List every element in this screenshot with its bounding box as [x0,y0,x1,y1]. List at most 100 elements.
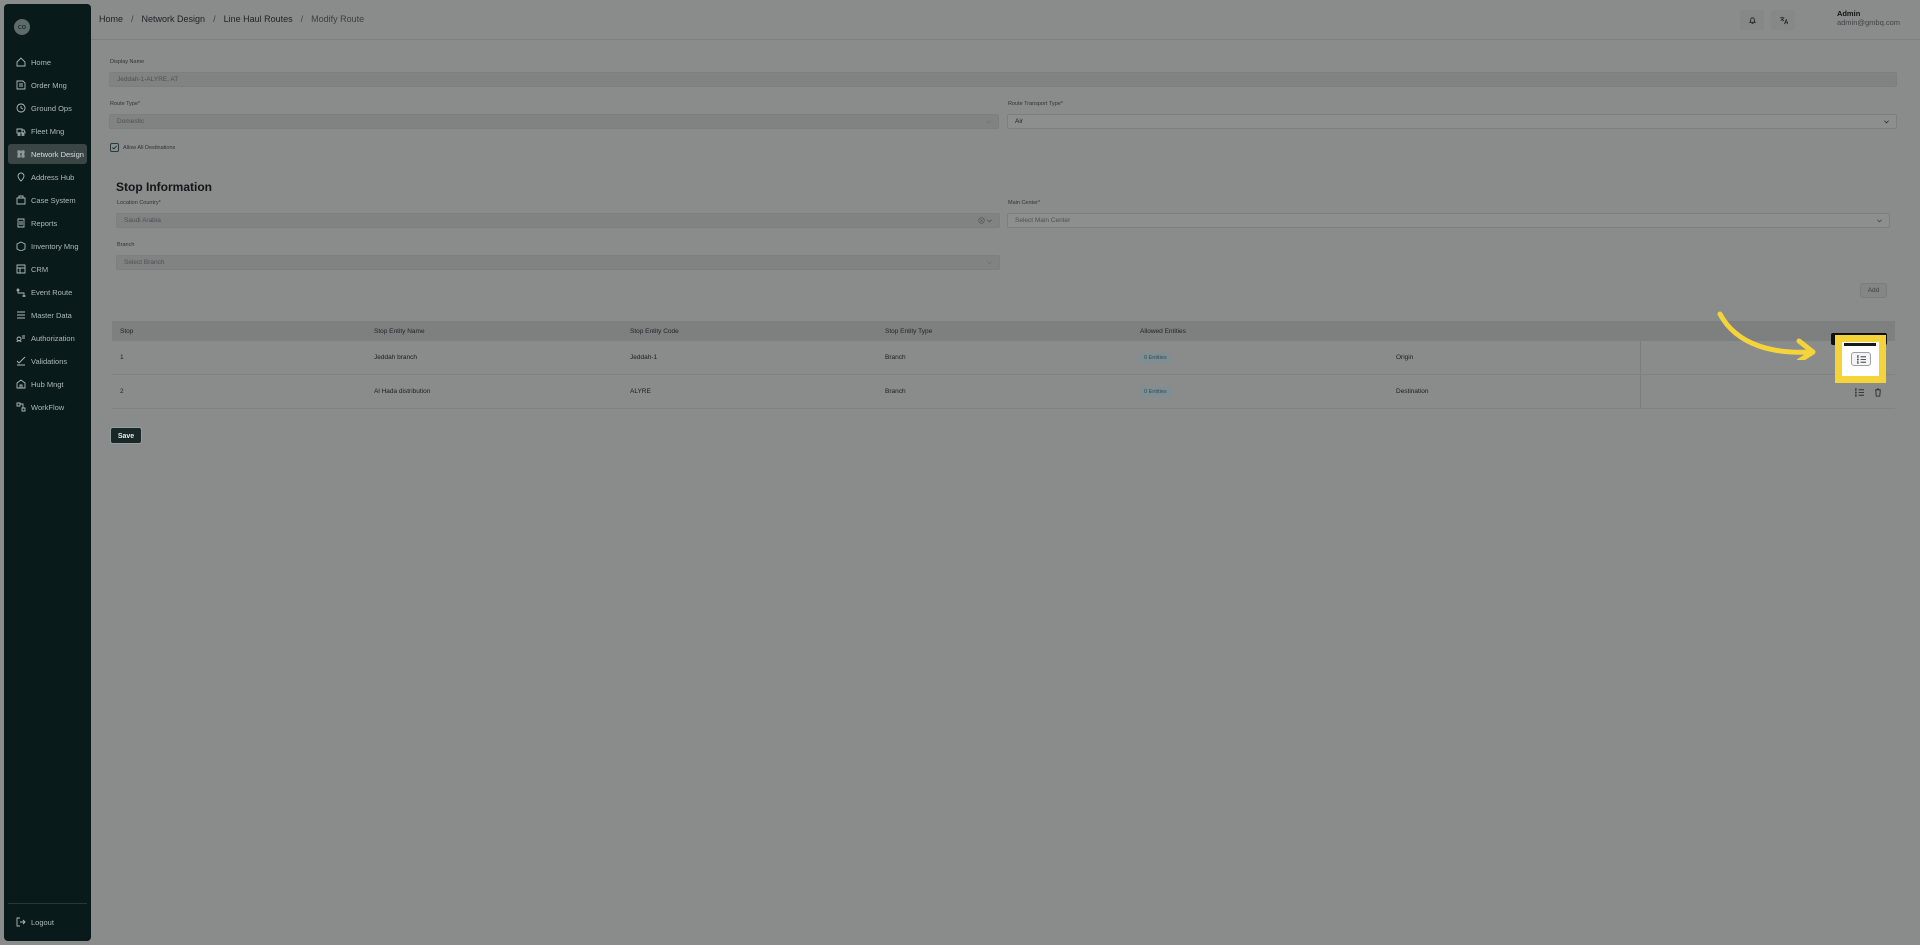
transport-type-label-text: Route Transport Type [1008,101,1061,107]
branch-placeholder: Select Branch [124,259,165,266]
cell-stop: 1 [120,354,124,361]
stop-information-title: Stop Information [116,180,212,194]
sidebar-item-label: Network Design [31,149,84,159]
sidebar-item-workflow[interactable]: WorkFlow [8,397,87,417]
allowed-entities-badge[interactable]: 0 Entities [1140,387,1171,397]
sidebar-item-label: Event Route [31,287,73,297]
sidebar-item-event-route[interactable]: Event Route [8,282,87,302]
breadcrumb-separator: / [131,14,134,24]
validations-icon [16,356,26,366]
authorization-icon [16,333,26,343]
column-divider [1640,375,1641,408]
workflow-icon [16,402,26,412]
cell-entity-code: ALYRE [630,388,651,395]
sidebar-item-order-mng[interactable]: Order Mng [8,75,87,95]
network-icon [16,149,26,159]
edit-entities-button[interactable] [1852,386,1866,398]
clear-icon[interactable] [978,217,985,224]
breadcrumb-separator: / [300,14,304,24]
save-button[interactable]: Save [110,427,142,444]
main-center-select[interactable]: Select Main Center [1007,213,1890,228]
order-icon [16,80,26,90]
trash-icon [1875,387,1881,397]
user-menu[interactable]: Admin admin@gmbq.com [1837,9,1900,27]
sidebar-item-reports[interactable]: Reports [8,213,87,233]
sidebar-item-hub-mngt[interactable]: Hub Mngt [8,374,87,394]
breadcrumb-network-design[interactable]: Network Design [142,14,206,24]
highlighted-edit-entities-button[interactable] [1851,352,1871,366]
location-country-select[interactable]: Saudi Arabia [116,213,1000,228]
cell-entity-name: Al Hada distribution [374,388,431,395]
breadcrumb-line-haul-routes[interactable]: Line Haul Routes [224,14,293,24]
location-country-value: Saudi Arabia [124,217,161,224]
header-entity-name: Stop Entity Name [374,327,425,335]
sidebar-item-master-data[interactable]: Master Data [8,305,87,325]
crm-icon [16,264,26,274]
sidebar-nav: Home Order Mng Ground Ops Fleet Mng Network … [8,52,87,420]
cell-entity-type: Branch [885,388,906,395]
event-route-icon [16,287,26,297]
master-data-icon [16,310,26,320]
ground-ops-icon [16,103,26,113]
sidebar-item-network-design[interactable]: Network Design [8,144,87,164]
user-name: Admin [1836,9,1861,18]
route-type-select[interactable]: Domestic [109,114,999,129]
sidebar-item-home[interactable]: Home [8,52,87,72]
breadcrumb-current: Modify Route [311,14,365,24]
display-name-label: Display Name [110,59,145,65]
required-marker: * [1037,200,1041,206]
sidebar: co Home Order Mng Ground Ops Fleet Mng Netwo… [4,4,91,941]
table-row: 2 Al Hada distribution ALYRE Branch 0 En… [112,375,1895,409]
sidebar-item-label: Inventory Mng [31,241,79,251]
chevron-down-icon [986,120,991,124]
breadcrumb-home[interactable]: Home [99,14,123,24]
bell-icon [1748,16,1756,24]
sidebar-item-ground-ops[interactable]: Ground Ops [8,98,87,118]
transport-type-select[interactable]: Air [1007,114,1897,129]
sidebar-item-label: Case System [31,195,76,205]
sidebar-item-label: Address Hub [31,172,75,182]
transport-type-label: Route Transport Type* [1008,101,1063,107]
translate-icon [1779,16,1788,24]
case-icon [16,195,26,205]
app-logo: co [14,19,30,35]
logout-label: Logout [31,917,54,927]
chevron-down-icon [987,261,992,265]
sidebar-item-validations[interactable]: Validations [8,351,87,371]
breadcrumb: Home / Network Design / Line Haul Routes… [99,14,364,24]
allow-all-destinations-checkbox[interactable] [110,143,119,152]
cell-entity-name: Jeddah branch [374,354,418,361]
cell-stop: 2 [120,388,124,395]
hub-icon [16,379,26,389]
sidebar-item-authorization[interactable]: Authorization [8,328,87,348]
notifications-button[interactable] [1740,10,1764,30]
sidebar-item-address-hub[interactable]: Address Hub [8,167,87,187]
logout-button[interactable]: Logout [16,917,54,927]
delete-stop-button[interactable] [1871,386,1885,398]
branch-label: Branch [117,242,135,248]
allowed-entities-badge[interactable]: 0 Entities [1140,353,1171,363]
add-stop-button[interactable]: Add [1860,283,1887,298]
sidebar-item-label: Master Data [31,310,72,320]
stops-table: Stop Stop Entity Name Stop Entity Code S… [112,321,1895,409]
display-name-field[interactable]: Jeddah-1-ALYRE, AT [109,72,1897,87]
sidebar-item-case-system[interactable]: Case System [8,190,87,210]
sidebar-item-label: Validations [31,356,68,366]
sidebar-item-label: Home [31,57,52,67]
home-icon [16,57,26,67]
header-allowed-entities: Allowed Entities [1140,327,1186,335]
pointer-arrow-icon [1717,311,1816,360]
table-row: 1 Jeddah branch Jeddah-1 Branch 0 Entiti… [112,341,1895,375]
sidebar-item-crm[interactable]: CRM [8,259,87,279]
translate-button[interactable] [1771,10,1795,30]
main-center-placeholder: Select Main Center [1015,217,1071,224]
branch-select[interactable]: Select Branch [116,255,1000,270]
cell-entity-code: Jeddah-1 [630,354,658,361]
user-email: admin@gmbq.com [1836,18,1900,27]
sidebar-item-fleet-mng[interactable]: Fleet Mng [8,121,87,141]
sidebar-item-inventory-mng[interactable]: Inventory Mng [8,236,87,256]
main-center-label-text: Main Center [1008,200,1038,206]
sidebar-divider [8,903,87,904]
header-entity-type: Stop Entity Type [885,327,933,335]
list-settings-icon [1854,387,1864,397]
